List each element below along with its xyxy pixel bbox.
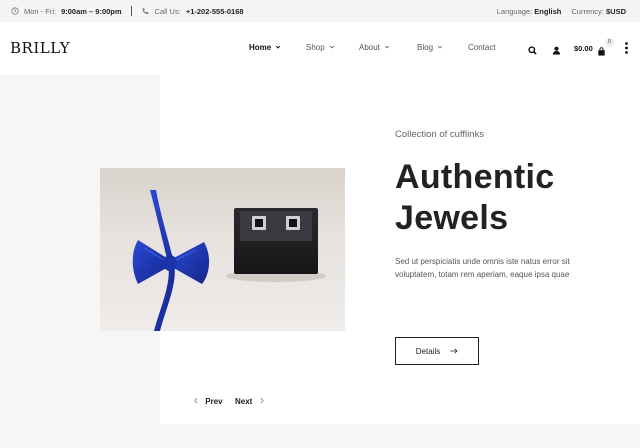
hero-bottom-panel [160,424,640,448]
chevron-right-icon [259,397,265,406]
nav-item-shop[interactable]: Shop [306,43,335,52]
hero-title-line: Jewels [395,199,509,237]
nav-item-label: Home [249,43,272,52]
more-vertical-icon[interactable] [624,41,629,59]
user-icon[interactable] [552,42,561,60]
prev-label: Prev [205,397,223,406]
details-button[interactable]: Details [395,337,479,365]
search-icon[interactable] [528,42,537,60]
nav-item-label: Blog [417,43,434,52]
hero-title-line: Authentic [395,158,555,196]
nav-item-home[interactable]: Home [249,43,281,52]
hero-product-image [100,168,345,331]
prev-button[interactable]: Prev [193,397,223,406]
hero-description: Sed ut perspiciatis unde omnis iste natu… [395,257,570,279]
hours-value: 9:00am – 9:00pm [61,6,122,16]
currency-selector[interactable]: Currency: $USD [571,7,626,16]
top-bar-contact: Mon - Fri: 9:00am – 9:00pm Call Us: +1-2… [10,0,244,22]
nav-item-label: Shop [306,43,325,52]
site-logo[interactable]: BRILLY [10,39,70,57]
chevron-down-icon [437,44,443,52]
top-bar-settings: Language: English Currency: $USD [497,0,626,22]
language-value: English [534,6,562,16]
language-selector[interactable]: Language: English [497,7,562,16]
call-label: Call Us: [154,6,181,16]
chevron-left-icon [193,397,201,406]
phone-number-link[interactable]: +1-202-555-0168 [186,7,244,16]
hero-title: Authentic Jewels [395,157,554,239]
next-button[interactable]: Next [235,397,265,406]
nav-item-about[interactable]: About [359,43,390,52]
currency-value: $USD [605,6,626,16]
chevron-down-icon [384,44,390,52]
divider [130,6,132,16]
currency-label: Currency: [571,6,604,16]
shopping-bag-icon[interactable] [597,43,606,61]
cart-total[interactable]: $0.00 [574,44,593,53]
site-header: BRILLY Home Shop About Blog Contact $0.0… [0,22,640,74]
next-label: Next [235,397,253,406]
hero-eyebrow: Collection of cufflinks [395,129,485,140]
top-bar: Mon - Fri: 9:00am – 9:00pm Call Us: +1-2… [0,0,640,22]
chevron-down-icon [275,44,281,52]
nav-item-label: About [359,43,380,52]
language-label: Language: [496,6,533,16]
chevron-down-icon [329,44,335,52]
details-button-label: Details [415,346,441,356]
clock-icon [10,7,19,16]
nav-item-contact[interactable]: Contact [468,43,496,52]
nav-item-label: Contact [468,43,496,52]
arrow-right-icon [450,347,458,356]
nav-item-blog[interactable]: Blog [417,43,443,52]
cart-count-badge: 0 [605,38,614,47]
phone-icon [141,7,150,16]
hours-label: Mon - Fri: [24,6,57,16]
